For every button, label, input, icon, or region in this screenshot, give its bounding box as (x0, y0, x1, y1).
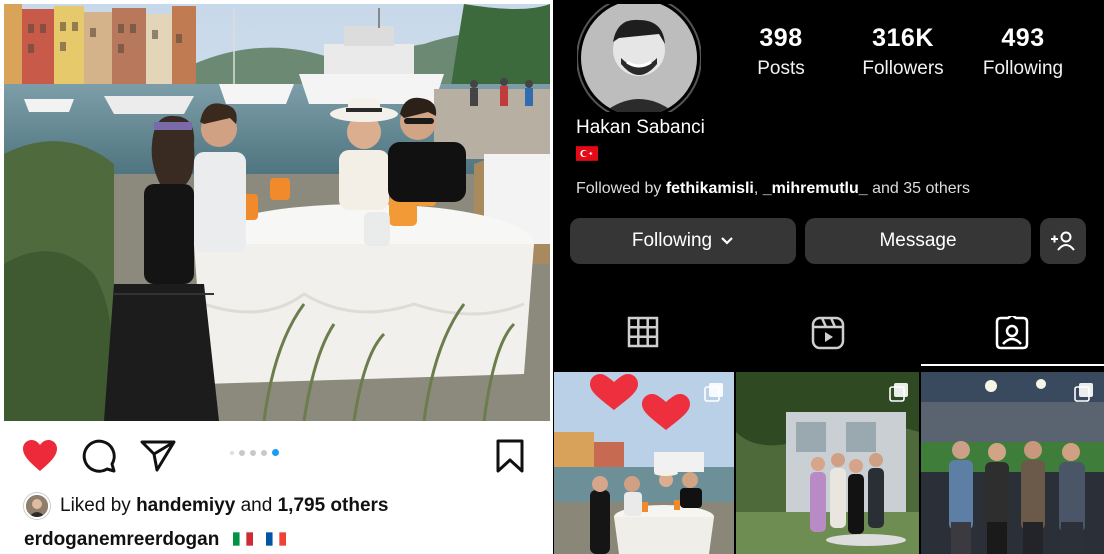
tagged-post-thumbnail-1[interactable] (554, 372, 734, 554)
carousel-dot-active (272, 449, 279, 456)
like-heart-icon[interactable] (22, 439, 58, 478)
profile-panel: 398 Posts 316K Followers 493 Following H… (553, 0, 1104, 554)
italy-flag-icon (232, 532, 253, 546)
stat-posts-label: Posts (757, 58, 805, 79)
carousel-dot (261, 449, 267, 456)
post-photo[interactable] (4, 4, 550, 421)
add-person-icon (1051, 231, 1075, 251)
carousel-dot (230, 450, 234, 455)
stat-followers[interactable]: 316K Followers (853, 24, 953, 80)
followed-by-user-1[interactable]: fethikamisli (666, 180, 754, 197)
stat-posts[interactable]: 398 Posts (744, 24, 818, 80)
stat-posts-value: 398 (759, 24, 803, 52)
followed-by-prefix: Followed by (576, 180, 666, 197)
message-button[interactable]: Message (805, 218, 1031, 264)
grid-icon[interactable] (627, 316, 659, 353)
carousel-dot (239, 449, 245, 456)
liked-by-others[interactable]: 1,795 others (278, 495, 389, 517)
stat-following-label: Following (982, 58, 1064, 79)
stat-followers-value: 316K (872, 24, 934, 52)
profile-tabs (553, 308, 1104, 366)
multi-post-icon (704, 383, 723, 402)
turkey-flag-icon (576, 146, 598, 161)
stat-following-value: 493 (1001, 24, 1045, 52)
followed-by-text[interactable]: Followed by fethikamisli, _mihremutlu_ a… (576, 180, 970, 198)
multi-post-icon (889, 383, 908, 402)
carousel-indicator (230, 449, 279, 456)
following-button[interactable]: Following (570, 218, 796, 264)
comment-icon[interactable] (82, 439, 116, 478)
reels-icon[interactable] (811, 316, 845, 355)
multi-post-icon (1074, 383, 1093, 402)
france-flag-icon (265, 532, 286, 546)
carousel-dot (250, 449, 256, 456)
liked-by-and: and (240, 495, 273, 516)
tagged-post-thumbnail-3[interactable] (921, 372, 1104, 554)
following-button-label: Following (631, 230, 713, 251)
stat-following[interactable]: 493 Following (975, 24, 1071, 80)
profile-name: Hakan Sabanci (576, 117, 705, 138)
tagged-icon[interactable] (995, 313, 1029, 355)
caption: erdoganemreerdogan (24, 529, 286, 551)
caption-username[interactable]: erdoganemreerdogan (24, 529, 219, 550)
post-action-bar (0, 421, 551, 491)
post-panel: Liked by handemiyy and 1,795 others erdo… (0, 0, 551, 554)
message-button-label: Message (879, 230, 957, 251)
followed-by-suffix: and 35 others (867, 180, 970, 197)
liked-by-user[interactable]: handemiyy (136, 495, 235, 517)
tagged-post-thumbnail-2[interactable] (736, 372, 919, 554)
active-tab-indicator (921, 364, 1104, 366)
profile-avatar[interactable] (576, 0, 702, 121)
liked-by-prefix: Liked by (60, 495, 131, 516)
chevron-down-icon (721, 237, 733, 245)
share-icon[interactable] (140, 439, 176, 478)
liker-avatar (24, 493, 50, 519)
followed-by-separator: , (753, 180, 763, 197)
post-photo-art (4, 4, 550, 421)
bookmark-icon[interactable] (496, 439, 524, 478)
followed-by-user-2[interactable]: _mihremutlu_ (763, 180, 868, 197)
suggest-people-button[interactable] (1040, 218, 1086, 264)
stat-followers-label: Followers (862, 58, 944, 79)
likes-summary[interactable]: Liked by handemiyy and 1,795 others (24, 492, 389, 520)
